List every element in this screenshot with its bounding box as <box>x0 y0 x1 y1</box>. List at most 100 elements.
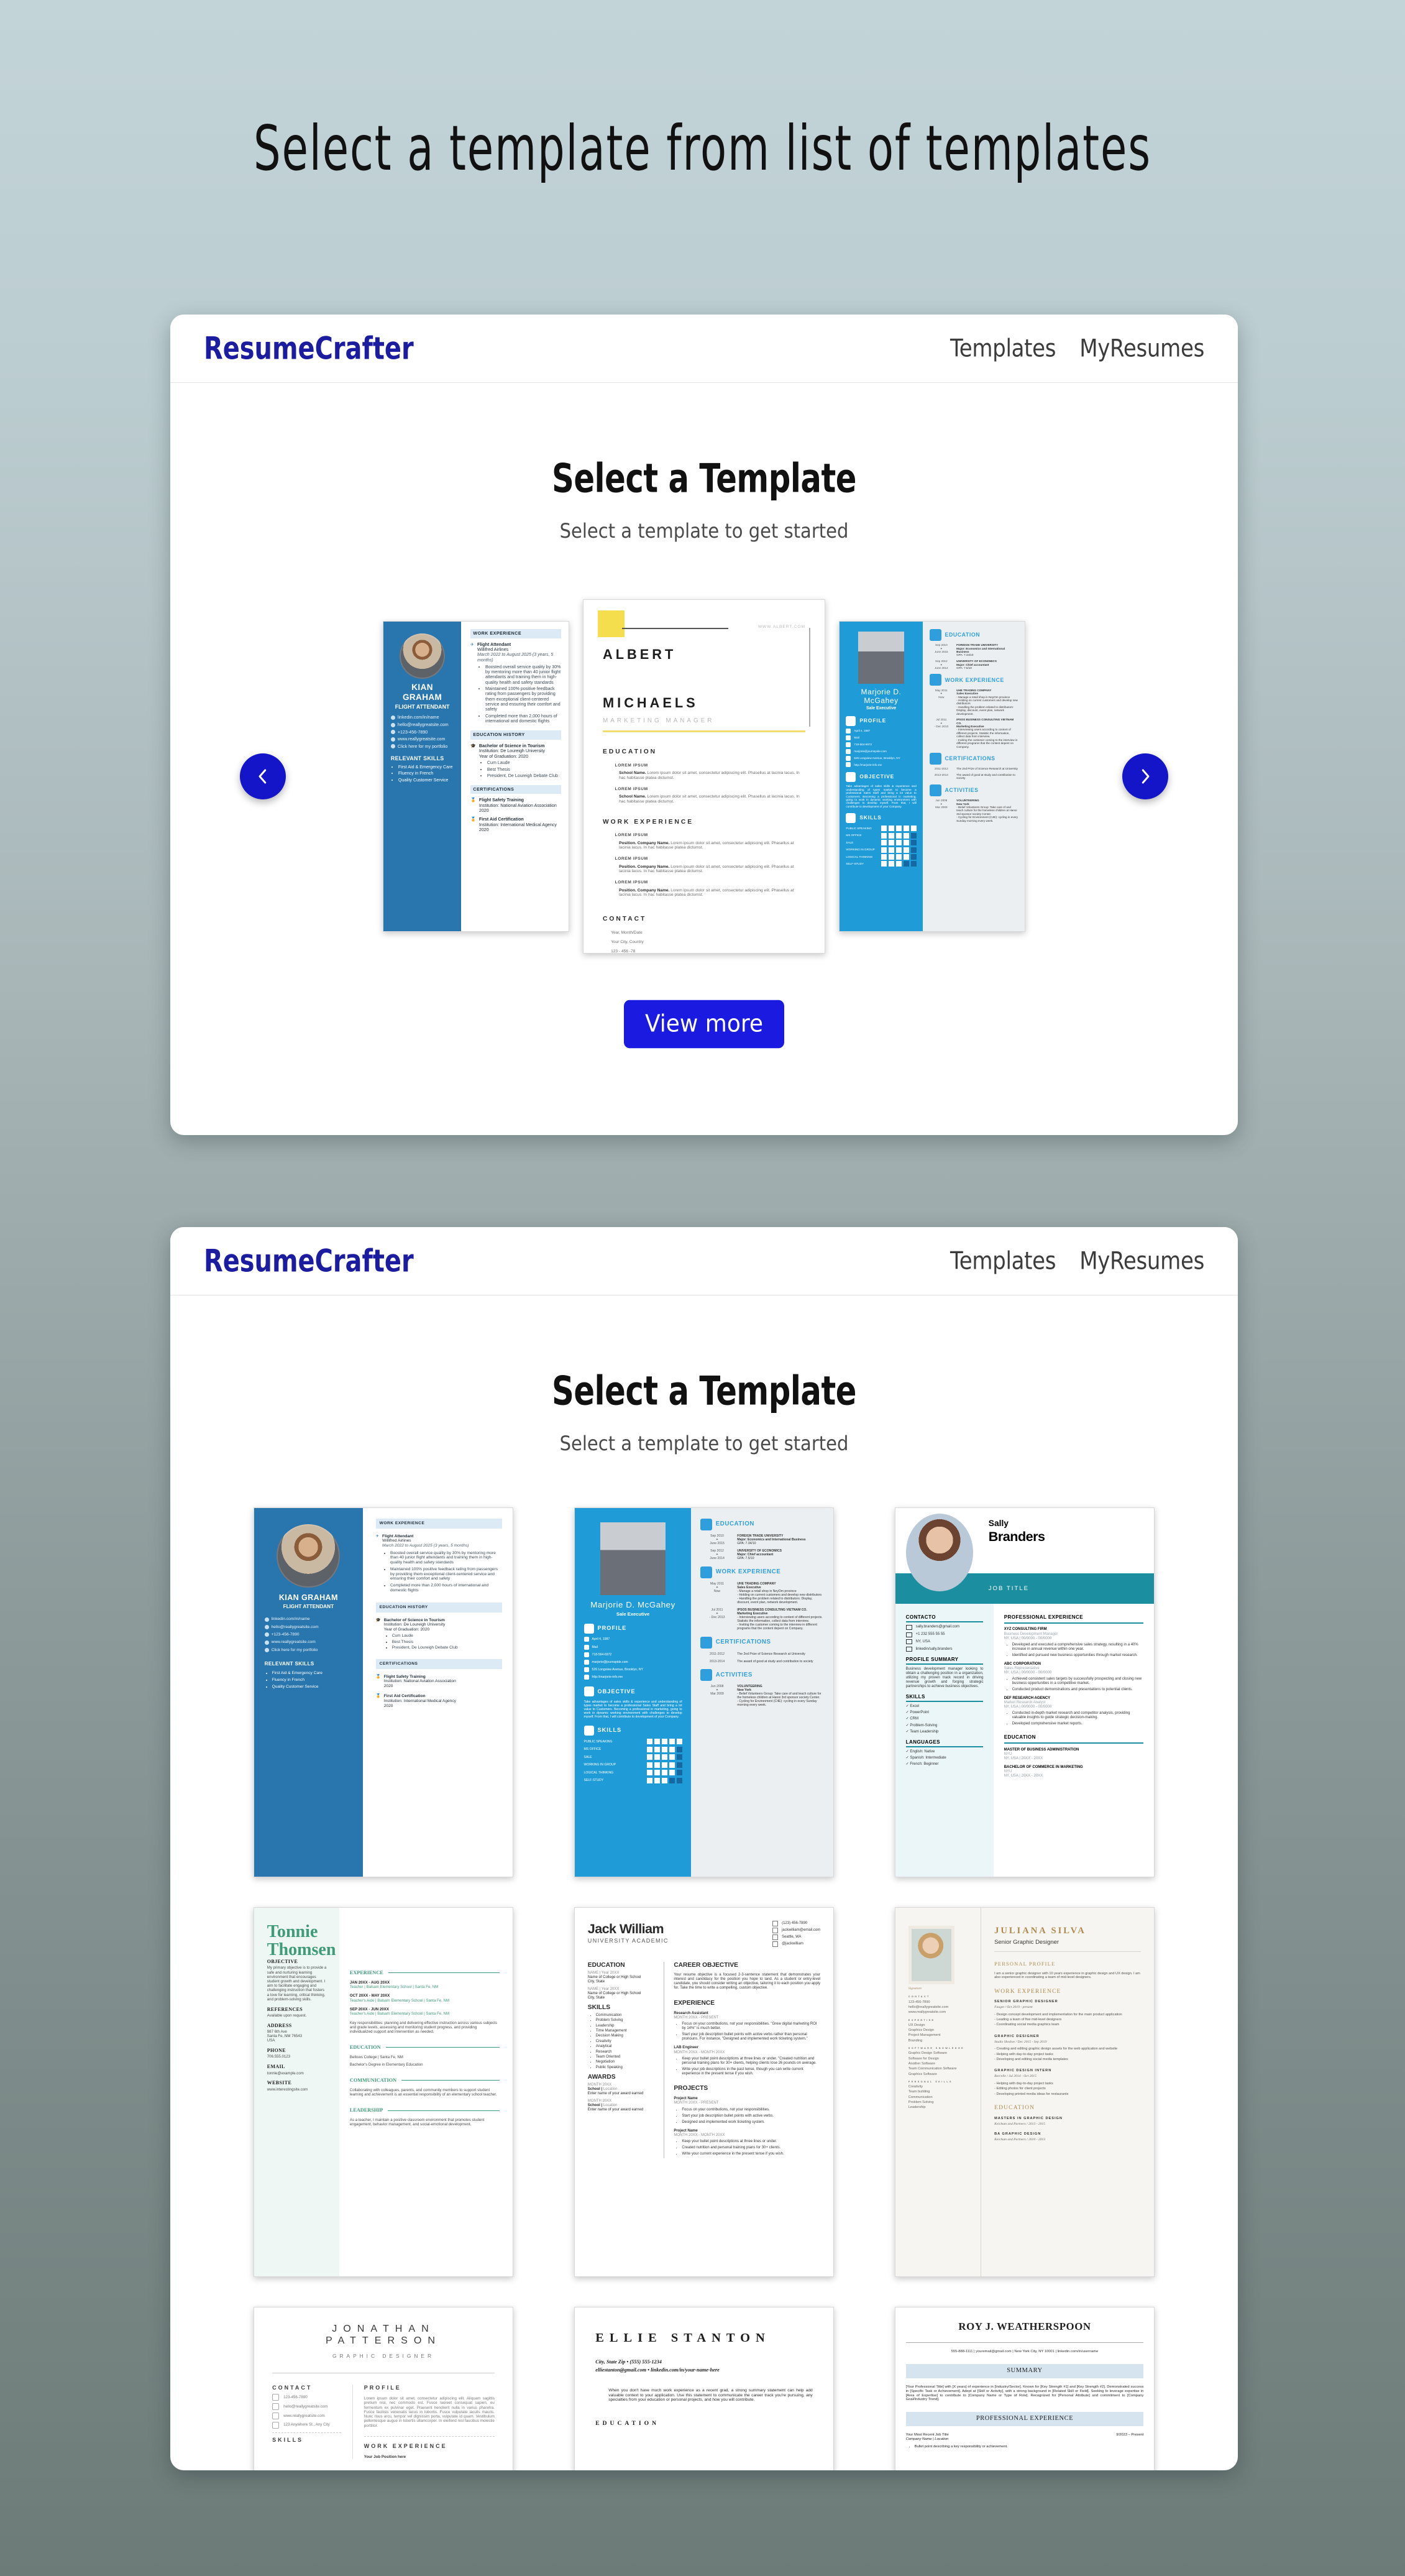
skill-square <box>888 826 894 832</box>
resume-last-name: Thomsen <box>267 1939 336 1959</box>
entry-date: Jul 2011 ✦ - Dec 2013 <box>709 1608 725 1619</box>
summary-text: When you don't have much work experience… <box>608 2388 813 2403</box>
skill-square <box>646 1746 652 1752</box>
nav-link-templates-2[interactable]: Templates <box>950 1247 1056 1276</box>
entry-row: Jun 2008 ✦ Mar 2009 VOLUNTEERING New York -… <box>930 799 1018 822</box>
carousel-next-button[interactable] <box>1122 753 1168 799</box>
entry-body: The 2nd Prize of Science Research at Uni… <box>956 767 1018 771</box>
skill-square <box>646 1762 652 1768</box>
education-entry: MASTERS IN GRAPHIC DESIGN Keichum and Par… <box>994 2117 1141 2127</box>
template-card-sally-branders[interactable]: Sally Branders JOB TITLE CONTACTO sally.… <box>895 1507 1155 1877</box>
template-card-albert-michaels[interactable]: WWW.ALBERT.COM ALBERT MICHAELS MARKETING… <box>583 599 825 954</box>
job-role: Market Research Analyst <box>1004 1700 1046 1704</box>
certification-year: 2020 <box>383 1703 393 1708</box>
graduation-year: Year of Graduation: 2020 <box>383 1627 430 1632</box>
section-heading: CERTIFICATIONS <box>375 1658 503 1670</box>
contact-icon <box>772 1941 779 1947</box>
entry-date: NAME | Year 20XX <box>587 1987 620 1991</box>
template-card-roy-weatherspoon[interactable]: ROY J. WEATHERSPOON 555-888-1111 | youre… <box>895 2307 1155 2470</box>
carousel-prev-button[interactable] <box>240 753 286 799</box>
list-item: Best Thesis <box>392 1640 458 1645</box>
bullet-icon <box>390 744 395 749</box>
list-item: - Leading a team of five mid-level desig… <box>994 2017 1062 2022</box>
company: Company Name | Location <box>905 2437 949 2441</box>
list-item: Focus on your contributions, not your re… <box>682 2108 820 2112</box>
nav-link-templates[interactable]: Templates <box>950 334 1056 363</box>
contact-item: marjorie@journspide.com <box>846 748 916 754</box>
degree-title: Bachelor of Science in Tourism <box>478 743 545 748</box>
skill-name: MS OFFICE <box>584 1747 602 1752</box>
avatar <box>908 1926 955 1985</box>
entry-body: The award of good at study and contribut… <box>956 773 1015 780</box>
template-card-marjorie-mcgahey[interactable]: Marjorie D. McGahey Sale Executive PROFI… <box>839 621 1025 932</box>
template-card-ellie-stanton[interactable]: ELLIE STANTON City, State Zip • (555) 55… <box>574 2307 834 2470</box>
list-item: Conducted in-depth market research and c… <box>1012 1711 1144 1720</box>
skill-square <box>676 1770 682 1776</box>
section-heading: COMMUNICATION <box>350 2077 500 2084</box>
list-item: Problem Solving <box>596 2018 655 2023</box>
list-item: Research <box>596 2050 655 2054</box>
section-heading: EDUCATION <box>350 2045 500 2051</box>
section-heading: CERTIFICATIONS <box>470 784 562 794</box>
list-item: - Cycling for Environment (C4E): cycling… <box>737 1700 817 1708</box>
section-heading: WORK EXPERIENCE <box>700 1566 825 1578</box>
skill-level <box>881 853 917 860</box>
template-card-tonnie-thomsen[interactable]: Tonnie Thomsen OBJECTIVE My primary objec… <box>254 1907 513 2277</box>
section-icon <box>700 1636 712 1649</box>
entry-date: 2011-2012 <box>710 1652 725 1656</box>
template-card-jack-william[interactable]: Jack William UNIVERSITY ACADEMIC (123) 4… <box>574 1907 834 2277</box>
nav-link-myresumes[interactable]: MyResumes <box>1079 334 1204 363</box>
list-item: Bullet point describing a key responsibi… <box>915 2445 1144 2449</box>
list-item: President, De Loureigh Debate Club <box>392 1645 458 1650</box>
contact-list: linkedin.com/in/name hello@reallygreatsit… <box>264 1617 352 1652</box>
divider <box>401 2080 500 2081</box>
summary-text: [Your Professional Title] with [X years]… <box>905 2385 1144 2402</box>
resume-role: Sale Executive <box>866 706 897 711</box>
template-card-marjorie-mcgahey-grid[interactable]: Marjorie D. McGahey Sale Executive PROFI… <box>574 1507 834 1877</box>
skill-square <box>881 832 887 839</box>
entry-body: Position. Company Name. Lorem ipsum dolo… <box>619 840 794 850</box>
entry-date: OCT 20XX - MAY 20XX <box>349 1994 390 1999</box>
communication-text: Collaborating with colleagues, parents, … <box>349 2088 497 2097</box>
contact-item: +123-456-7890 <box>264 1632 352 1637</box>
brand-logo-2[interactable]: ResumeCrafter <box>204 1243 414 1279</box>
entry-date: Sep 2012 ✦ June 2014 <box>935 660 948 669</box>
section-icon <box>929 784 941 796</box>
template-card-kian-graham[interactable]: KIAN GRAHAM FLIGHT ATTENDANT linkedin.co… <box>383 621 569 932</box>
contact-icon <box>272 2393 280 2401</box>
template-card-kian-graham-grid[interactable]: KIAN GRAHAM FLIGHT ATTENDANT linkedin.co… <box>254 1507 513 1877</box>
contact-icon <box>584 1637 589 1642</box>
list-item: Created nutrition and personal training … <box>682 2146 820 2150</box>
skill-row: SELF-STUDY <box>584 1777 682 1783</box>
brand-logo[interactable]: ResumeCrafter <box>204 331 414 367</box>
view-more-button[interactable]: View more <box>623 1000 785 1049</box>
bullet-icon <box>390 715 395 720</box>
skill-square <box>903 832 909 839</box>
list-item: Keep your bullet point descriptions at t… <box>682 2057 820 2066</box>
nav-link-myresumes-2[interactable]: MyResumes <box>1079 1247 1204 1276</box>
section-heading: EXPERIENCE <box>350 1970 500 1976</box>
skill-square <box>676 1754 682 1760</box>
skill-square <box>881 861 887 867</box>
entry-body: Position. Company Name. Lorem ipsum dolo… <box>619 864 794 874</box>
resume-name: Marjorie D. McGahey <box>590 1599 675 1609</box>
section-heading: WORK EXPERIENCE <box>994 1988 1061 1995</box>
profile-icon <box>584 1623 594 1634</box>
template-card-juliana-silva[interactable]: Signature CONTACT 123-456-7890 hello@real… <box>895 1907 1155 2277</box>
template-carousel: KIAN GRAHAM FLIGHT ATTENDANT linkedin.co… <box>170 590 1238 963</box>
list-item: - Design concept development and impleme… <box>994 2012 1122 2017</box>
skill-level <box>881 832 917 839</box>
list-item: - Holding on current customers and devel… <box>956 698 1018 706</box>
template-card-jonathan-patterson[interactable]: JONATHAN PATTERSON GRAPHIC DESIGNER CONT… <box>254 2307 513 2470</box>
section-icon <box>929 628 941 641</box>
resume-first-name: Tonnie <box>267 1921 318 1941</box>
list-item: ✓ Problem-Solving <box>905 1723 938 1727</box>
skill-square <box>669 1746 675 1752</box>
resume-main: EDUCATION Sep 2010 ✦ June 2015 FOREIGN TRAD… <box>691 1508 833 1877</box>
section-heading: OBJECTIVE <box>846 772 916 783</box>
section-heading: EDUCATION <box>1004 1734 1144 1744</box>
entry-date: MONTH 20XX - MONTH 20XX <box>674 2050 725 2054</box>
objective-icon <box>846 772 856 783</box>
entry-title: Project Name <box>674 2097 698 2101</box>
skill-square <box>669 1754 675 1760</box>
